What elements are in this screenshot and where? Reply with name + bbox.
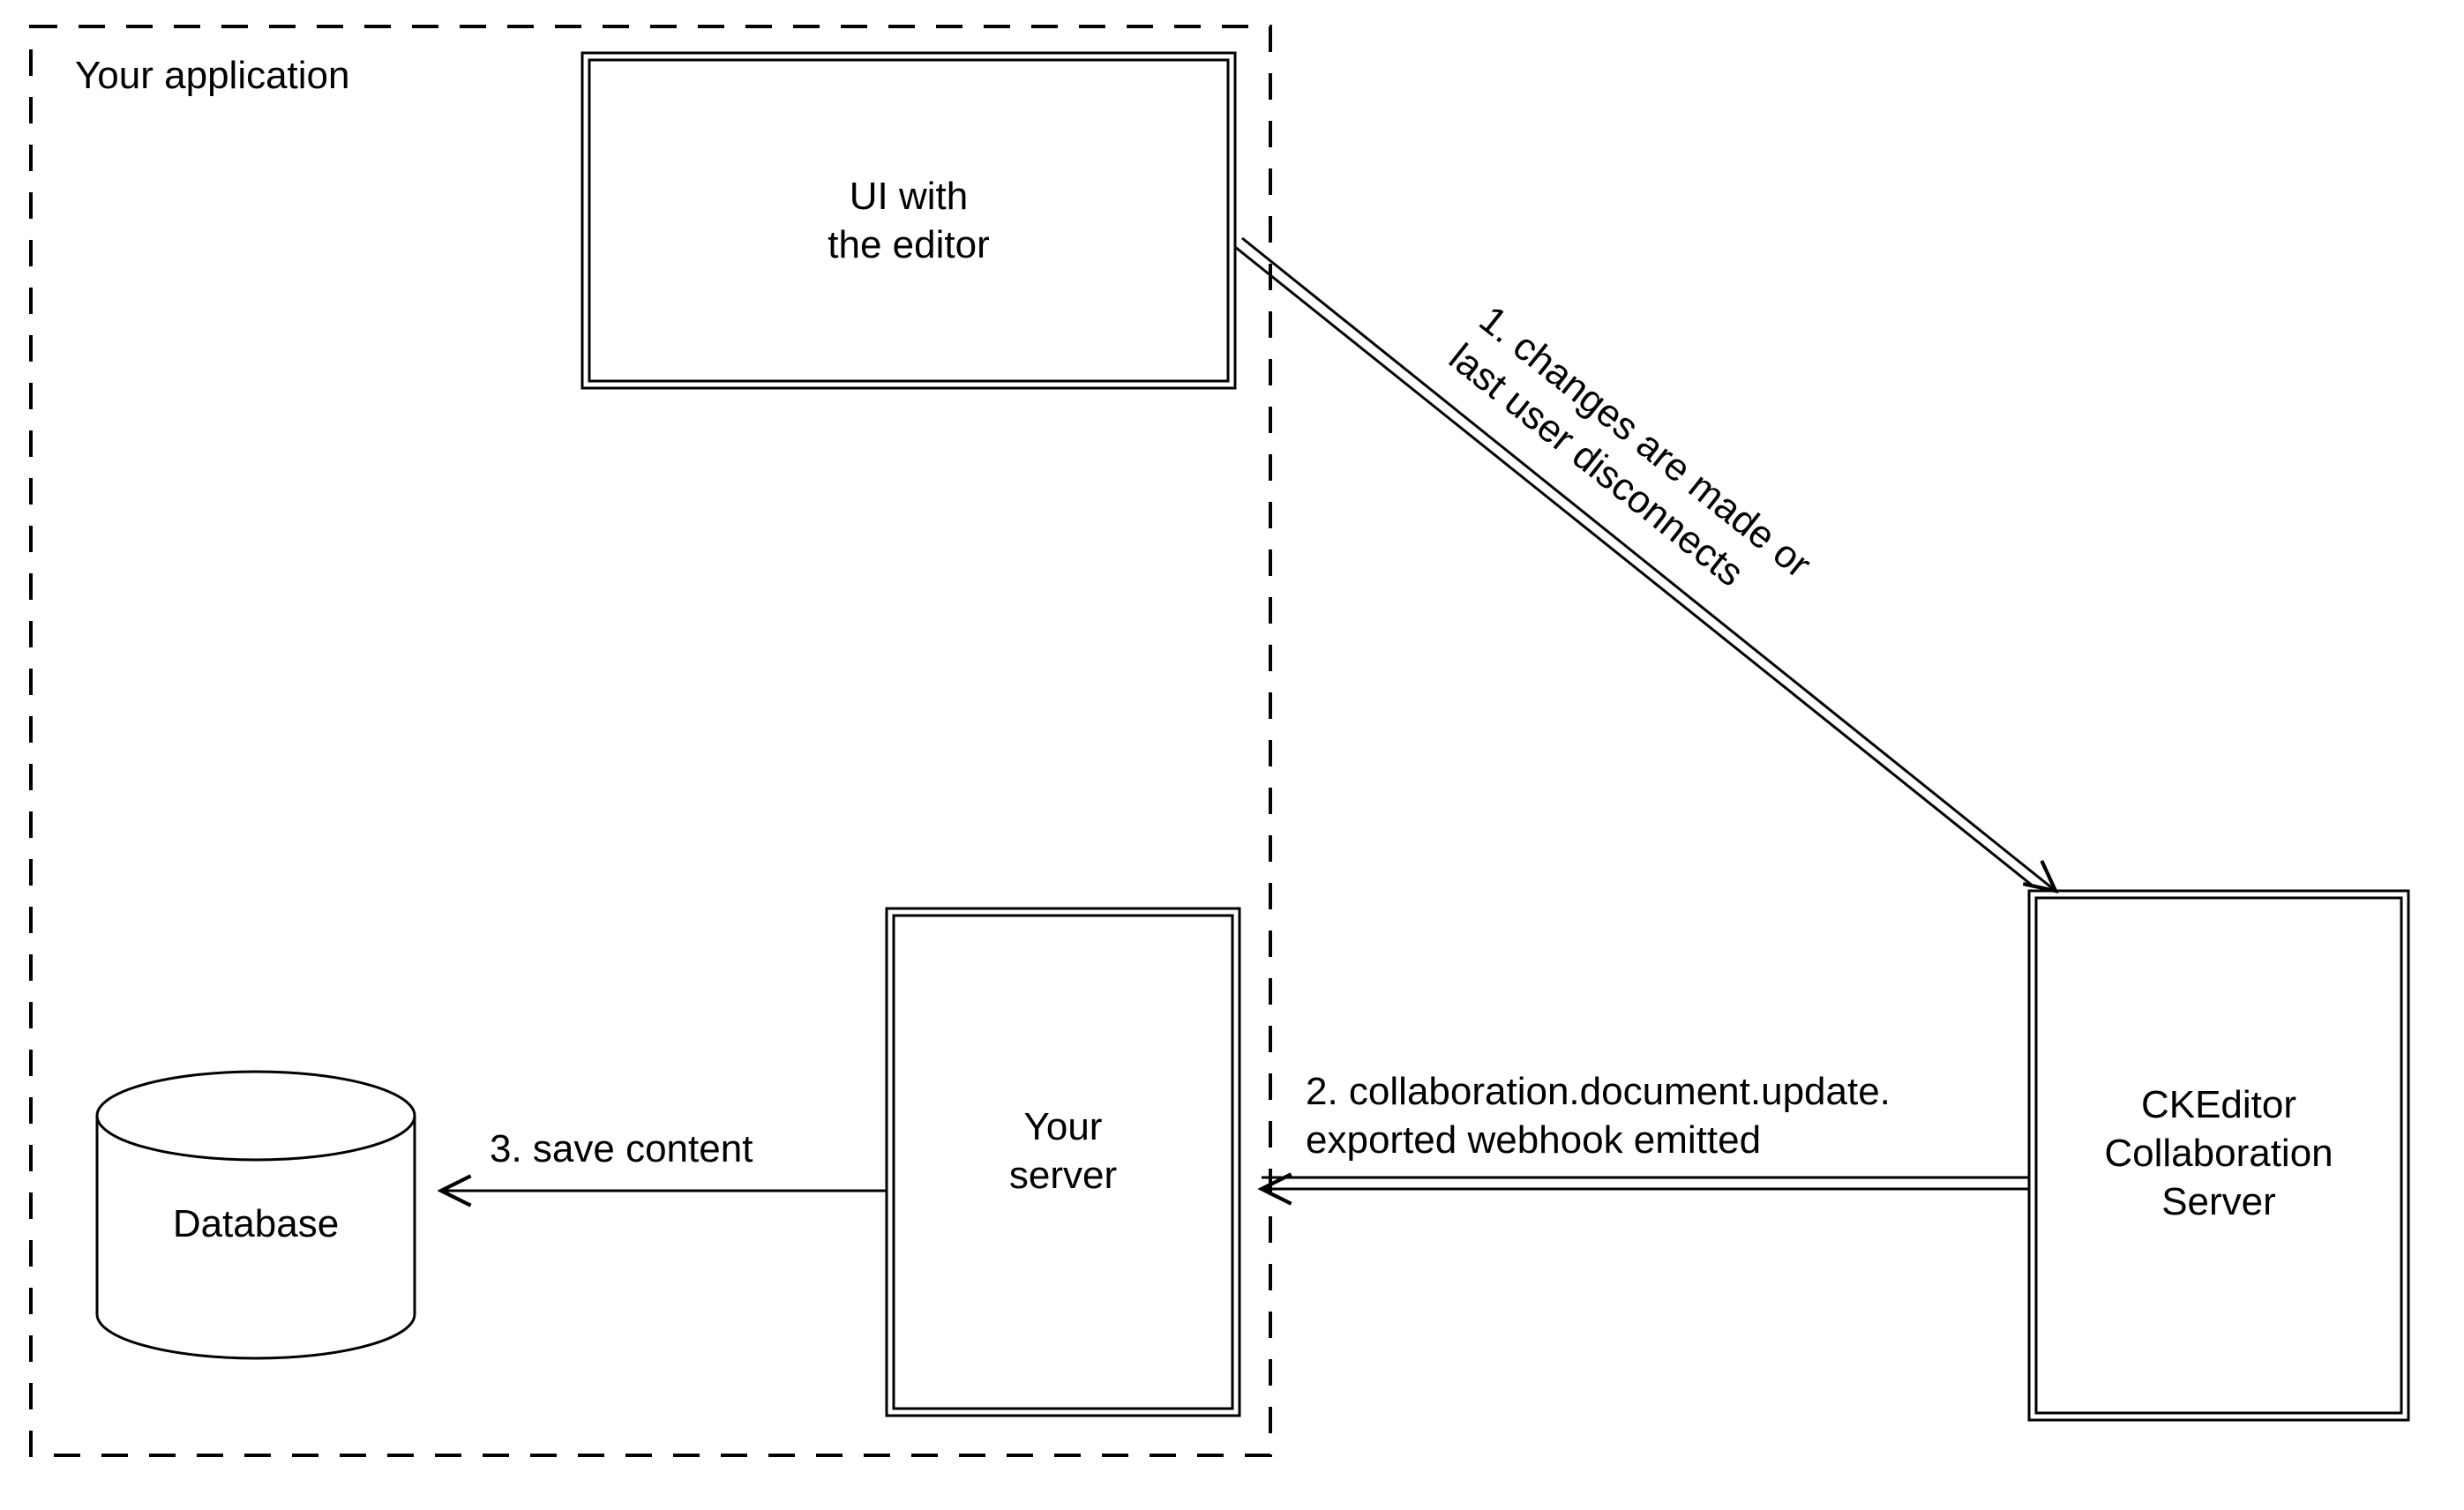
step3-label: 3. save content [490, 1125, 753, 1173]
your-application-label: Your application [75, 51, 350, 100]
ckeditor-server-label: CKEditor Collaboration Server [2029, 1080, 2408, 1226]
your-server-label: Your server [887, 1103, 1239, 1200]
ui-editor-label: UI with the editor [582, 172, 1235, 269]
database-label: Database [97, 1200, 415, 1248]
arrow-step2 [1262, 1177, 2029, 1189]
step2-label: 2. collaboration.document.update. export… [1306, 1067, 1891, 1164]
architecture-diagram: Your application UI with the editor Your… [0, 0, 2464, 1510]
arrow-step1 [1235, 238, 2056, 891]
